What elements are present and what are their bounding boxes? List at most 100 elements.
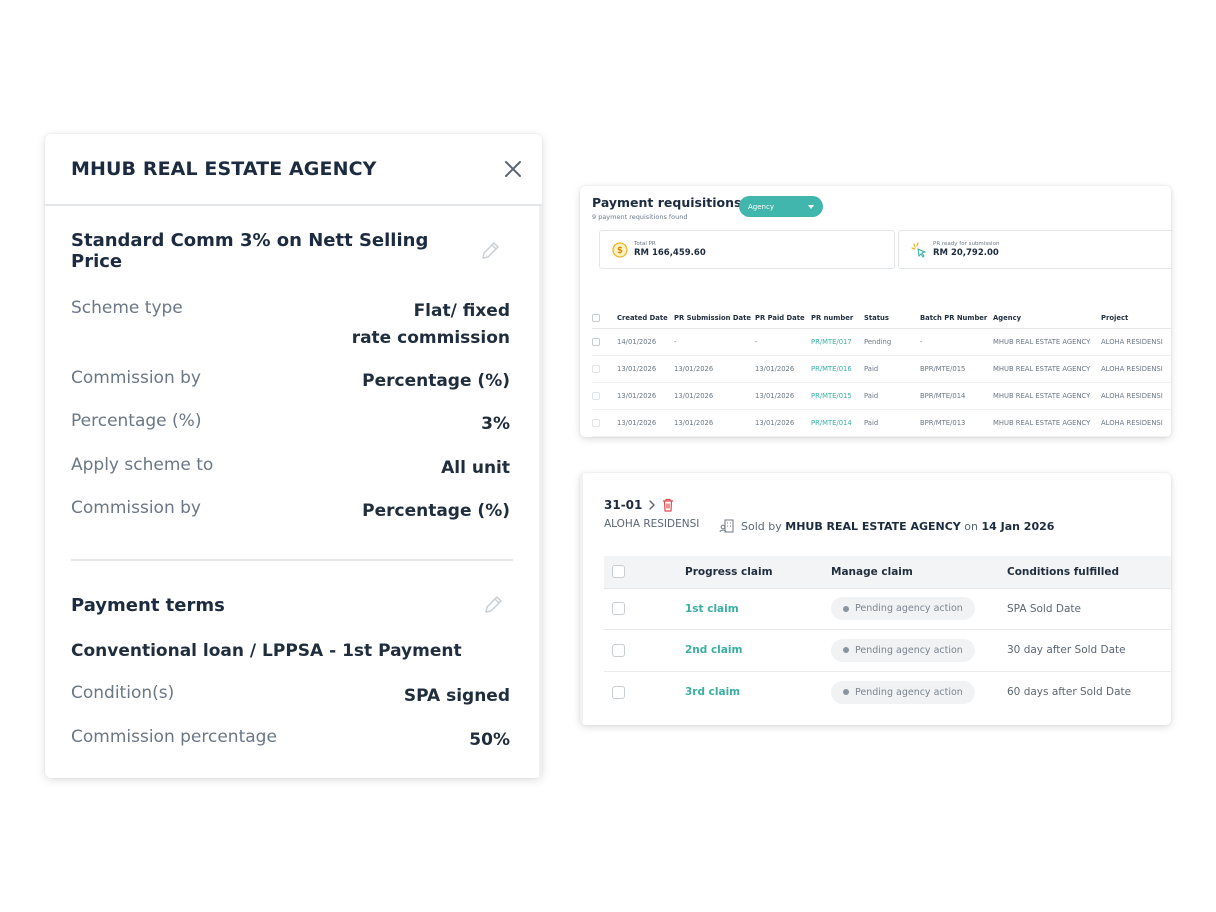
panel-body: Standard Comm 3% on Nett Selling Price S… <box>45 206 542 776</box>
table-row[interactable]: 13/01/2026 13/01/2026 13/01/2026 PR/MTE/… <box>592 355 1171 383</box>
select-all-checkbox[interactable] <box>592 314 600 323</box>
col-project[interactable]: Project <box>1101 309 1171 329</box>
row-checkbox[interactable] <box>592 391 600 400</box>
detail-value: Flat/ fixed rate commission <box>352 298 510 352</box>
edit-scheme-pencil-icon[interactable] <box>479 239 502 263</box>
term-commission-percentage: Commission percentage 50% <box>71 727 510 754</box>
status-badge[interactable]: Pending agency action <box>831 597 975 621</box>
col-paid-date[interactable]: PR Paid Date <box>755 309 811 329</box>
chevron-right-icon[interactable] <box>648 500 656 510</box>
detail-value: Percentage (%) <box>362 371 510 391</box>
status-badge[interactable]: Pending agency action <box>831 680 975 704</box>
edit-payment-terms-pencil-icon[interactable] <box>481 593 505 617</box>
select-all-checkbox[interactable] <box>612 565 625 579</box>
status-dot-icon <box>843 605 849 612</box>
detail-commission-by-2: Commission by Percentage (%) <box>71 498 510 525</box>
select-all-cell <box>592 309 617 329</box>
cell-status: Pending <box>864 328 920 356</box>
status-text: Pending agency action <box>855 644 963 656</box>
svg-text:$: $ <box>617 246 623 256</box>
col-created-date[interactable]: Created Date <box>617 309 674 329</box>
payment-terms-title: Payment terms <box>71 594 225 616</box>
cell-agency: MHUB REAL ESTATE AGENCY <box>993 382 1101 410</box>
trash-icon[interactable] <box>662 498 674 512</box>
payment-terms-header: Payment terms <box>71 593 513 617</box>
col-agency[interactable]: Agency <box>993 309 1101 329</box>
cell-submitted: 13/01/2026 <box>674 382 755 410</box>
col-progress-claim[interactable]: Progress claim <box>685 556 831 589</box>
detail-value: 3% <box>481 414 510 434</box>
pr-number-link[interactable]: PR/MTE/017 <box>811 328 864 356</box>
col-batch-pr[interactable]: Batch PR Number <box>920 309 993 329</box>
claim-link[interactable]: 2nd claim <box>685 644 742 656</box>
cell-project: ALOHA RESIDENSI <box>1101 328 1171 356</box>
detail-scheme-type: Scheme type Flat/ fixed rate commission <box>71 298 510 352</box>
cell-project: ALOHA RESIDENSI <box>1101 382 1171 410</box>
unit-project: ALOHA RESIDENSI <box>604 518 700 530</box>
sold-by-info: Sold by MHUB REAL ESTATE AGENCY on 14 Ja… <box>719 518 1054 534</box>
claim-link[interactable]: 1st claim <box>685 603 739 615</box>
cell-batch: BPR/MTE/014 <box>920 382 993 410</box>
unit-header: 31-01 <box>604 498 674 512</box>
table-row[interactable]: 13/01/2026 13/01/2026 13/01/2026 PR/MTE/… <box>592 409 1171 437</box>
col-status[interactable]: Status <box>864 309 920 329</box>
panel-header: MHUB REAL ESTATE AGENCY <box>45 134 542 206</box>
stat-label: PR ready for submission <box>933 241 1000 247</box>
cell-created: 13/01/2026 <box>617 355 674 383</box>
scheme-section-header: Standard Comm 3% on Nett Selling Price <box>71 230 502 272</box>
detail-apply-scheme: Apply scheme to All unit <box>71 455 510 482</box>
table-row[interactable]: 13/01/2026 13/01/2026 13/01/2026 PR/MTE/… <box>592 382 1171 410</box>
col-submission-date[interactable]: PR Submission Date <box>674 309 755 329</box>
row-checkbox[interactable] <box>612 602 625 616</box>
claim-condition: 60 days after Sold Date <box>1007 686 1132 698</box>
claim-link[interactable]: 3rd claim <box>685 686 740 698</box>
detail-percentage: Percentage (%) 3% <box>71 411 510 438</box>
cell-agency: MHUB REAL ESTATE AGENCY <box>993 328 1101 356</box>
pr-count: 9 payment requisitions found <box>592 213 688 221</box>
row-checkbox[interactable] <box>592 364 600 373</box>
stat-label: Total PR <box>634 241 656 247</box>
row-checkbox[interactable] <box>592 337 600 346</box>
agency-filter-select[interactable]: Agency <box>739 196 823 217</box>
detail-value: All unit <box>441 458 510 478</box>
col-pr-number[interactable]: PR number <box>811 309 864 329</box>
table-row[interactable]: 14/01/2026 - - PR/MTE/017 Pending - MHUB… <box>592 328 1171 356</box>
col-manage-claim[interactable]: Manage claim <box>831 556 1007 589</box>
pr-title: Payment requisitions <box>592 195 742 210</box>
detail-value-line2: rate commission <box>351 328 510 348</box>
row-checkbox[interactable] <box>612 685 625 699</box>
sold-date: 14 Jan 2026 <box>981 519 1055 533</box>
stat-value: RM 20,792.00 <box>933 248 999 258</box>
scheme-name: Standard Comm 3% on Nett Selling Price <box>71 230 429 272</box>
row-checkbox[interactable] <box>592 418 600 427</box>
status-dot-icon <box>843 647 849 654</box>
claim-row[interactable]: 2nd claim Pending agency action 30 day a… <box>604 629 1171 672</box>
pr-table: Created Date PR Submission Date PR Paid … <box>592 309 1171 437</box>
cell-created: 14/01/2026 <box>617 328 674 356</box>
detail-value-line1: Flat/ fixed <box>413 301 510 321</box>
claims-table: Progress claim Manage claim Conditions f… <box>604 556 1171 713</box>
claims-table-header: Progress claim Manage claim Conditions f… <box>604 556 1171 589</box>
panel-title: MHUB REAL ESTATE AGENCY <box>71 158 377 180</box>
cell-batch: - <box>920 328 993 356</box>
status-badge[interactable]: Pending agency action <box>831 638 975 662</box>
row-checkbox[interactable] <box>612 643 625 657</box>
cell-submitted: 13/01/2026 <box>674 409 755 437</box>
term-value: SPA signed <box>403 686 510 706</box>
detail-commission-by: Commission by Percentage (%) <box>71 368 510 395</box>
col-conditions-fulfilled[interactable]: Conditions fulfilled <box>1007 556 1171 589</box>
cell-paid: - <box>755 328 811 356</box>
cell-batch: BPR/MTE/015 <box>920 355 993 383</box>
status-text: Pending agency action <box>855 603 963 615</box>
claim-row[interactable]: 3rd claim Pending agency action 60 days … <box>604 671 1171 713</box>
payment-requisitions-card: Payment requisitions 9 payment requisiti… <box>580 186 1171 437</box>
close-icon[interactable] <box>500 156 526 182</box>
pr-number-link[interactable]: PR/MTE/016 <box>811 355 864 383</box>
scheme-panel: MHUB REAL ESTATE AGENCY Standard Comm 3%… <box>45 134 542 778</box>
status-text: Pending agency action <box>855 686 963 698</box>
detail-value: Percentage (%) <box>362 501 510 521</box>
cell-created: 13/01/2026 <box>617 382 674 410</box>
pr-number-link[interactable]: PR/MTE/015 <box>811 382 864 410</box>
pr-number-link[interactable]: PR/MTE/014 <box>811 409 864 437</box>
claim-row[interactable]: 1st claim Pending agency action SPA Sold… <box>604 588 1171 630</box>
